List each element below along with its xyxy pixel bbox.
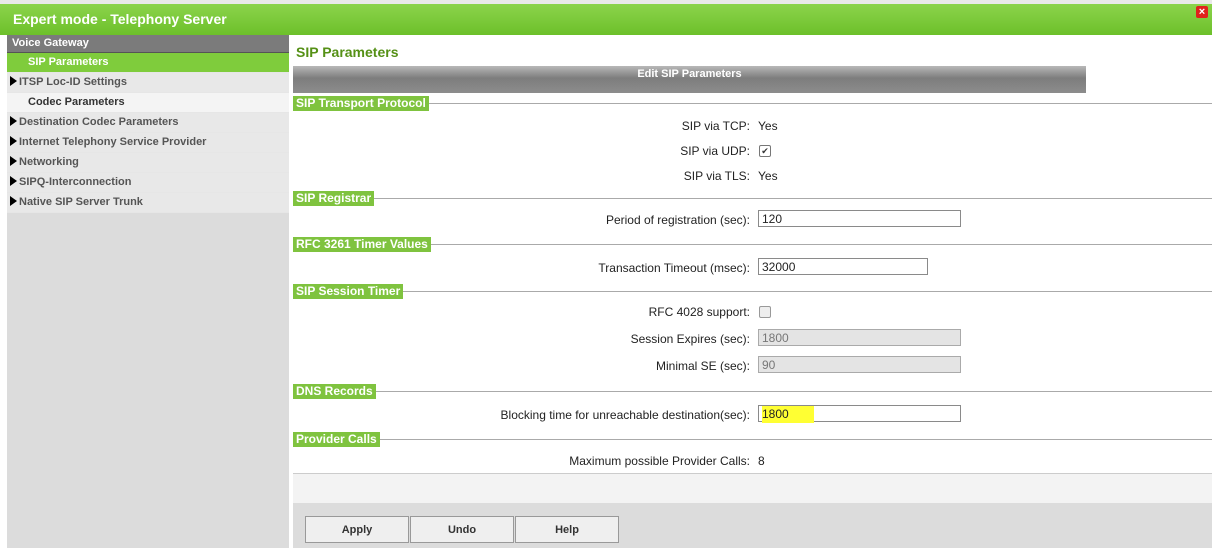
row-session-expires: Session Expires (sec): 1800	[293, 329, 1212, 349]
field-label: SIP via UDP:	[680, 144, 750, 158]
row-max-provider-calls: Maximum possible Provider Calls: 8	[293, 451, 1212, 471]
sidebar: Voice Gateway SIP Parameters ITSP Loc-ID…	[7, 35, 289, 548]
expand-arrow-icon	[10, 196, 17, 206]
field-label: Blocking time for unreachable destinatio…	[500, 408, 750, 422]
rfc4028-checkbox[interactable]	[759, 306, 771, 318]
field-label: Period of registration (sec):	[605, 213, 750, 227]
sidebar-item-label: Internet Telephony Service Provider	[19, 136, 207, 148]
field-value: Yes	[758, 169, 778, 183]
field-label: SIP via TLS:	[683, 169, 750, 183]
close-icon[interactable]: ×	[1196, 6, 1208, 18]
help-button[interactable]: Help	[515, 516, 619, 543]
expand-arrow-icon	[10, 156, 17, 166]
sidebar-item-sip-parameters[interactable]: SIP Parameters	[7, 53, 289, 73]
field-label: Minimal SE (sec):	[655, 359, 750, 373]
blocking-time-input[interactable]: 1800	[758, 405, 961, 423]
registration-period-input[interactable]: 120	[758, 210, 961, 227]
section-title: Provider Calls	[293, 432, 380, 447]
field-label: Transaction Timeout (msec):	[598, 261, 750, 275]
section-title: RFC 3261 Timer Values	[293, 237, 431, 252]
section-transport: SIP Transport Protocol SIP via TCP: Yes …	[293, 96, 1212, 191]
sidebar-item-label: Networking	[19, 156, 79, 168]
sidebar-item-label: Destination Codec Parameters	[19, 116, 179, 128]
main-panel: SIP Parameters Edit SIP Parameters SIP T…	[291, 35, 1212, 548]
sidebar-empty-area	[7, 238, 289, 548]
sidebar-item-sipq[interactable]: SIPQ-Interconnection	[7, 173, 289, 193]
sidebar-item-codec-parameters[interactable]: Codec Parameters	[7, 93, 289, 113]
row-registration-period: Period of registration (sec): 120	[293, 210, 1212, 230]
apply-button[interactable]: Apply	[305, 516, 409, 543]
row-sip-udp: SIP via UDP: ✔	[293, 141, 1212, 161]
minimal-se-input[interactable]: 90	[758, 356, 961, 373]
row-transaction-timeout: Transaction Timeout (msec): 32000	[293, 258, 1212, 278]
section-title: SIP Registrar	[293, 191, 375, 206]
row-minimal-se: Minimal SE (sec): 90	[293, 356, 1212, 376]
section-title: SIP Transport Protocol	[293, 96, 429, 111]
titlebar-top-trim	[0, 0, 1212, 4]
undo-button[interactable]: Undo	[410, 516, 514, 543]
sidebar-item-itsp[interactable]: Internet Telephony Service Provider	[7, 133, 289, 153]
field-label: Session Expires (sec):	[630, 332, 750, 346]
edit-header-bar: Edit SIP Parameters	[293, 66, 1086, 93]
page-title: SIP Parameters	[296, 44, 399, 60]
sidebar-item-native-sip-trunk[interactable]: Native SIP Server Trunk	[7, 193, 289, 213]
sidebar-item-label: Codec Parameters	[28, 96, 125, 108]
field-value: Yes	[758, 119, 778, 133]
row-sip-tcp: SIP via TCP: Yes	[293, 116, 1212, 136]
field-label: Maximum possible Provider Calls:	[569, 454, 750, 468]
expand-arrow-icon	[10, 136, 17, 146]
expand-arrow-icon	[10, 76, 17, 86]
transaction-timeout-input[interactable]: 32000	[758, 258, 928, 275]
section-title: SIP Session Timer	[293, 284, 404, 299]
section-rfc3261: RFC 3261 Timer Values Transaction Timeou…	[293, 237, 1212, 283]
row-sip-tls: SIP via TLS: Yes	[293, 166, 1212, 186]
frame-edge	[0, 35, 5, 548]
section-provider-calls: Provider Calls Maximum possible Provider…	[293, 432, 1212, 472]
session-expires-input[interactable]: 1800	[758, 329, 961, 346]
field-label: RFC 4028 support:	[648, 305, 750, 319]
section-registrar: SIP Registrar Period of registration (se…	[293, 191, 1212, 235]
row-blocking-time: Blocking time for unreachable destinatio…	[293, 405, 1212, 425]
sidebar-item-destination-codec[interactable]: Destination Codec Parameters	[7, 113, 289, 133]
sidebar-header: Voice Gateway	[7, 35, 289, 53]
sidebar-item-label: SIPQ-Interconnection	[19, 176, 132, 188]
sidebar-item-itsp-loc-id[interactable]: ITSP Loc-ID Settings	[7, 73, 289, 93]
sidebar-item-label: SIP Parameters	[28, 56, 109, 68]
field-label: SIP via TCP:	[681, 119, 750, 133]
highlighted-value: 1800	[762, 406, 814, 423]
expand-arrow-icon	[10, 116, 17, 126]
sidebar-item-networking[interactable]: Networking	[7, 153, 289, 173]
section-title: DNS Records	[293, 384, 376, 399]
window-title: Expert mode - Telephony Server	[13, 11, 227, 27]
field-value: 8	[758, 454, 765, 468]
sidebar-item-label: ITSP Loc-ID Settings	[19, 76, 127, 88]
section-session-timer: SIP Session Timer RFC 4028 support: Sess…	[293, 284, 1212, 381]
sidebar-item-label: Native SIP Server Trunk	[19, 196, 143, 208]
expand-arrow-icon	[10, 176, 17, 186]
row-rfc4028: RFC 4028 support:	[293, 302, 1212, 322]
sip-udp-checkbox[interactable]: ✔	[759, 145, 771, 157]
window-titlebar: Expert mode - Telephony Server ×	[0, 0, 1212, 35]
section-dns: DNS Records Blocking time for unreachabl…	[293, 384, 1212, 430]
